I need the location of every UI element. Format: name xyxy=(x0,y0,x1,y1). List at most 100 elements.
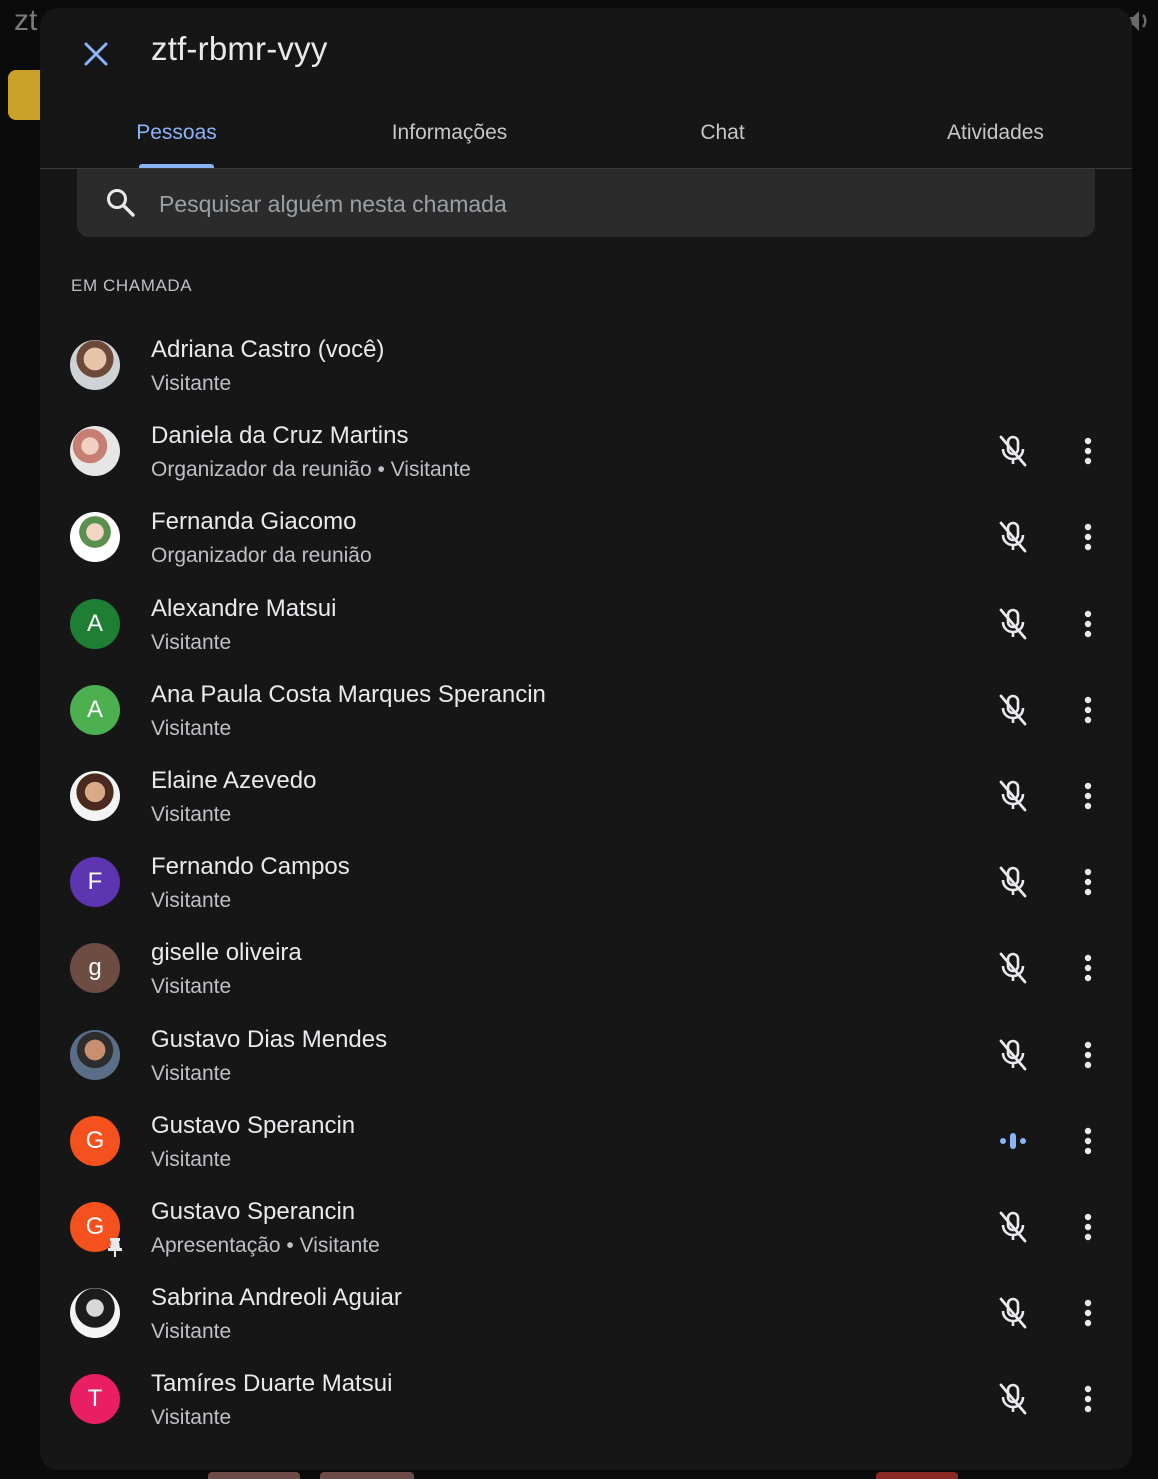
avatar-initial: A xyxy=(86,695,103,723)
avatar: G xyxy=(70,1115,120,1166)
participant-row[interactable]: A Alexandre Matsui Visitante xyxy=(40,581,1132,667)
participant-role: Visitante xyxy=(151,630,232,654)
mic-off-icon[interactable] xyxy=(995,433,1031,469)
more-options-icon[interactable] xyxy=(1073,1037,1103,1073)
participant-name: Gustavo Sperancin xyxy=(151,1197,356,1225)
more-options-icon[interactable] xyxy=(1073,606,1103,642)
speaking-indicator-icon[interactable] xyxy=(995,1123,1031,1159)
participant-name: Sabrina Andreoli Aguiar xyxy=(151,1284,402,1312)
tab-atividades[interactable]: Atividades xyxy=(859,98,1132,168)
background-control xyxy=(876,1472,958,1479)
avatar-initial: T xyxy=(87,1385,103,1413)
pin-icon xyxy=(108,1237,122,1257)
participant-role: Organizador da reunião xyxy=(151,544,372,568)
mic-off-icon[interactable] xyxy=(995,1295,1031,1331)
background-control xyxy=(208,1472,300,1479)
participant-row[interactable]: F Fernando Campos Visitante xyxy=(40,839,1132,925)
mic-off-icon[interactable] xyxy=(995,606,1031,642)
mic-off-icon[interactable] xyxy=(995,1037,1031,1073)
tab-bar: Pessoas Informações Chat Atividades xyxy=(40,98,1132,169)
participant-row[interactable]: Elaine Azevedo Visitante xyxy=(40,753,1132,839)
participant-list: Adriana Castro (você) Visitante Daniela da… xyxy=(40,322,1132,1442)
participant-row[interactable]: A Ana Paula Costa Marques Sperancin Visita… xyxy=(40,667,1132,753)
more-options-icon[interactable] xyxy=(1073,519,1103,555)
search-icon xyxy=(107,189,135,217)
participant-row[interactable]: Adriana Castro (você) Visitante xyxy=(40,322,1132,408)
close-button[interactable] xyxy=(76,34,116,74)
participant-row[interactable]: Daniela da Cruz Martins Organizador da re… xyxy=(40,408,1132,494)
participant-row[interactable]: T Tamíres Duarte Matsui Visitante xyxy=(40,1356,1132,1442)
participant-role: Visitante xyxy=(151,372,232,395)
avatar xyxy=(70,426,120,477)
avatar: A xyxy=(70,598,120,649)
avatar-initial: G xyxy=(85,1126,105,1154)
participant-row[interactable]: G Gustavo Sperancin Visitante xyxy=(40,1098,1132,1184)
mic-off-icon[interactable] xyxy=(995,1209,1031,1245)
tab-pessoas[interactable]: Pessoas xyxy=(40,98,313,168)
people-panel: ztf-rbmr-vyy Pessoas Informações Chat At… xyxy=(40,8,1132,1470)
close-icon xyxy=(84,42,108,66)
avatar: A xyxy=(70,684,120,735)
more-options-icon[interactable] xyxy=(1073,433,1103,469)
participant-row[interactable]: Gustavo Dias Mendes Visitante xyxy=(40,1012,1132,1098)
participant-name: Alexandre Matsui xyxy=(151,594,337,622)
avatar-initial: F xyxy=(87,868,103,896)
mic-off-icon[interactable] xyxy=(995,692,1031,728)
avatar xyxy=(70,1029,120,1080)
meeting-code: ztf-rbmr-vyy xyxy=(151,30,328,67)
participant-row[interactable]: Sabrina Andreoli Aguiar Visitante xyxy=(40,1270,1132,1356)
mic-off-icon[interactable] xyxy=(995,1381,1031,1417)
participant-name: Gustavo Dias Mendes xyxy=(151,1025,388,1053)
avatar: g xyxy=(70,943,120,994)
search-bar[interactable] xyxy=(77,169,1095,237)
more-options-icon[interactable] xyxy=(1073,778,1103,814)
avatar xyxy=(70,1288,120,1339)
section-label-in-call: EM CHAMADA xyxy=(71,276,193,295)
participant-role: Visitante xyxy=(151,1147,232,1171)
participant-name: Gustavo Sperancin xyxy=(151,1111,356,1139)
participant-name: giselle oliveira xyxy=(151,939,302,967)
participant-row[interactable]: Fernanda Giacomo Organizador da reunião xyxy=(40,494,1132,580)
participant-row[interactable]: g giselle oliveira Visitante xyxy=(40,925,1132,1011)
more-options-icon[interactable] xyxy=(1073,864,1103,900)
participant-name: Daniela da Cruz Martins xyxy=(151,422,409,450)
avatar-initial: g xyxy=(88,954,102,982)
search-input[interactable] xyxy=(157,179,1061,229)
participant-row[interactable]: G Gustavo Sperancin Apresentação • Visitan… xyxy=(40,1184,1132,1270)
avatar-initial: G xyxy=(85,1212,105,1240)
tab-label: Atividades xyxy=(947,121,1044,144)
participant-role: Visitante xyxy=(151,1406,232,1430)
tab-label: Pessoas xyxy=(136,121,217,144)
background-window-title: zt xyxy=(14,4,38,37)
avatar-initial: A xyxy=(86,609,103,637)
more-options-icon[interactable] xyxy=(1073,1123,1103,1159)
participant-role: Visitante xyxy=(151,802,232,826)
tab-informacoes[interactable]: Informações xyxy=(313,98,586,168)
mic-off-icon[interactable] xyxy=(995,950,1031,986)
more-options-icon[interactable] xyxy=(1073,1295,1103,1331)
more-options-icon[interactable] xyxy=(1073,1381,1103,1417)
avatar xyxy=(70,770,120,821)
participant-name: Fernando Campos xyxy=(151,853,350,881)
more-options-icon[interactable] xyxy=(1073,692,1103,728)
mic-off-icon[interactable] xyxy=(995,778,1031,814)
panel-header: ztf-rbmr-vyy xyxy=(40,8,1132,96)
more-options-icon[interactable] xyxy=(1073,1209,1103,1245)
participant-name: Tamíres Duarte Matsui xyxy=(151,1370,393,1398)
participant-role: Visitante xyxy=(151,889,232,913)
mic-off-icon[interactable] xyxy=(995,519,1031,555)
participant-role: Visitante xyxy=(151,975,232,999)
participant-name: Adriana Castro (você) xyxy=(151,336,385,363)
more-options-icon[interactable] xyxy=(1073,950,1103,986)
tab-label: Chat xyxy=(700,121,745,144)
background-control xyxy=(320,1472,414,1479)
participant-name: Elaine Azevedo xyxy=(151,766,317,794)
participant-role: Visitante xyxy=(151,716,232,740)
tab-chat[interactable]: Chat xyxy=(586,98,859,168)
avatar xyxy=(70,512,120,563)
avatar xyxy=(70,340,120,390)
avatar: F xyxy=(70,857,120,908)
mic-off-icon[interactable] xyxy=(995,864,1031,900)
avatar: T xyxy=(70,1374,120,1425)
participant-name: Fernanda Giacomo xyxy=(151,508,357,536)
